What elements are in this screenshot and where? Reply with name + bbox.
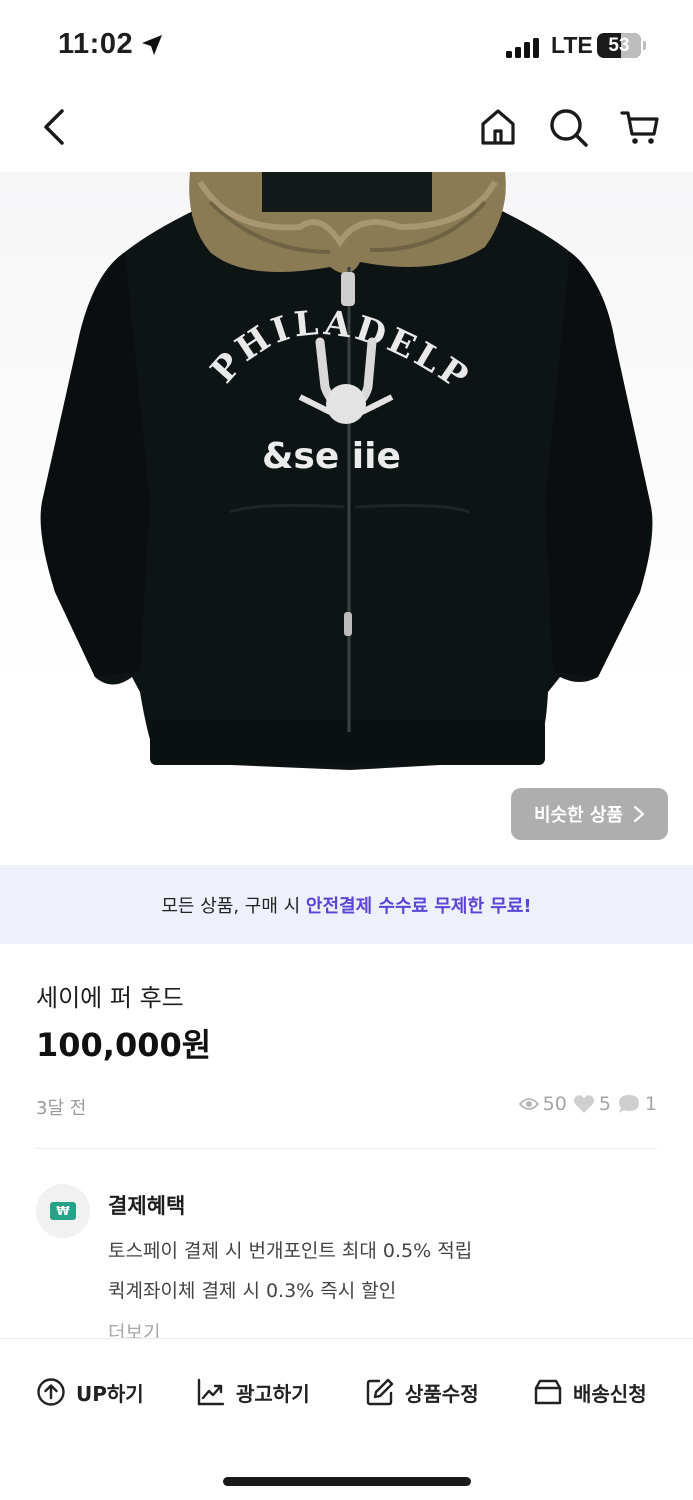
divider bbox=[36, 1148, 657, 1149]
promo-banner[interactable]: 모든 상품, 구매 시 안전결제 수수료 무제한 무료! bbox=[0, 865, 693, 944]
signal-icon bbox=[506, 38, 539, 58]
back-chevron-icon[interactable] bbox=[38, 107, 70, 147]
top-nav bbox=[0, 92, 693, 172]
status-time: 11:02 bbox=[58, 28, 134, 60]
advertise-button[interactable]: 광고하기 bbox=[196, 1377, 310, 1407]
cart-icon[interactable] bbox=[620, 107, 660, 147]
chat-bubble-icon bbox=[618, 1095, 639, 1113]
trend-chart-icon bbox=[197, 1378, 225, 1406]
search-icon[interactable] bbox=[548, 107, 590, 149]
battery-level: 53 bbox=[608, 35, 630, 56]
home-icon[interactable] bbox=[478, 107, 518, 147]
hoodie-illustration: PHILADELPHIA &se iie bbox=[0, 172, 653, 770]
location-arrow-icon bbox=[142, 35, 162, 55]
benefit-line: 토스페이 결제 시 번개포인트 최대 0.5% 적립 bbox=[108, 1240, 473, 1262]
up-button-label: UP하기 bbox=[76, 1381, 144, 1406]
product-price: 100,000원 bbox=[36, 1026, 212, 1064]
bottom-action-bar: UP하기 광고하기 상품수정 배송신청 bbox=[0, 1338, 693, 1500]
heart-icon bbox=[573, 1095, 594, 1113]
eye-icon bbox=[518, 1098, 539, 1110]
product-title: 세이에 퍼 후드 bbox=[36, 984, 184, 1012]
up-button[interactable]: UP하기 bbox=[36, 1377, 144, 1407]
edit-product-label: 상품수정 bbox=[405, 1381, 479, 1406]
chat-count: 1 bbox=[644, 1093, 657, 1115]
battery-nub bbox=[643, 41, 646, 50]
product-image[interactable]: PHILADELPHIA &se iie bbox=[0, 172, 693, 865]
edit-icon bbox=[366, 1378, 394, 1406]
arrow-up-circle-icon bbox=[37, 1378, 65, 1406]
network-type: LTE bbox=[551, 32, 593, 58]
hoodie-graphic-text-bottom: &se iie bbox=[262, 436, 401, 477]
shipping-request-label: 배송신청 bbox=[573, 1381, 647, 1406]
benefit-title: 결제혜택 bbox=[108, 1194, 186, 1218]
advertise-button-label: 광고하기 bbox=[236, 1381, 310, 1406]
similar-products-button[interactable]: 비슷한 상품 bbox=[511, 788, 668, 840]
status-bar: 11:02 LTE 53 bbox=[0, 0, 693, 92]
product-stats: 50 5 1 bbox=[518, 1093, 657, 1115]
payment-logo-icon: ₩ bbox=[36, 1184, 90, 1238]
similar-products-label: 비슷한 상품 bbox=[533, 805, 624, 826]
edit-product-button[interactable]: 상품수정 bbox=[365, 1377, 479, 1407]
chevron-right-icon bbox=[633, 805, 645, 823]
promo-highlight: 안전결제 수수료 무제한 무료! bbox=[305, 895, 532, 917]
view-count: 50 bbox=[542, 1093, 567, 1115]
home-indicator[interactable] bbox=[223, 1477, 471, 1486]
like-count: 5 bbox=[598, 1093, 611, 1115]
posted-time: 3달 전 bbox=[36, 1098, 87, 1119]
benefit-line: 퀵계좌이체 결제 시 0.3% 즉시 할인 bbox=[108, 1280, 397, 1302]
battery-icon: 53 bbox=[597, 33, 641, 58]
shipping-request-button[interactable]: 배송신청 bbox=[533, 1377, 647, 1407]
promo-text: 모든 상품, 구매 시 bbox=[161, 895, 306, 917]
box-icon bbox=[534, 1379, 562, 1405]
